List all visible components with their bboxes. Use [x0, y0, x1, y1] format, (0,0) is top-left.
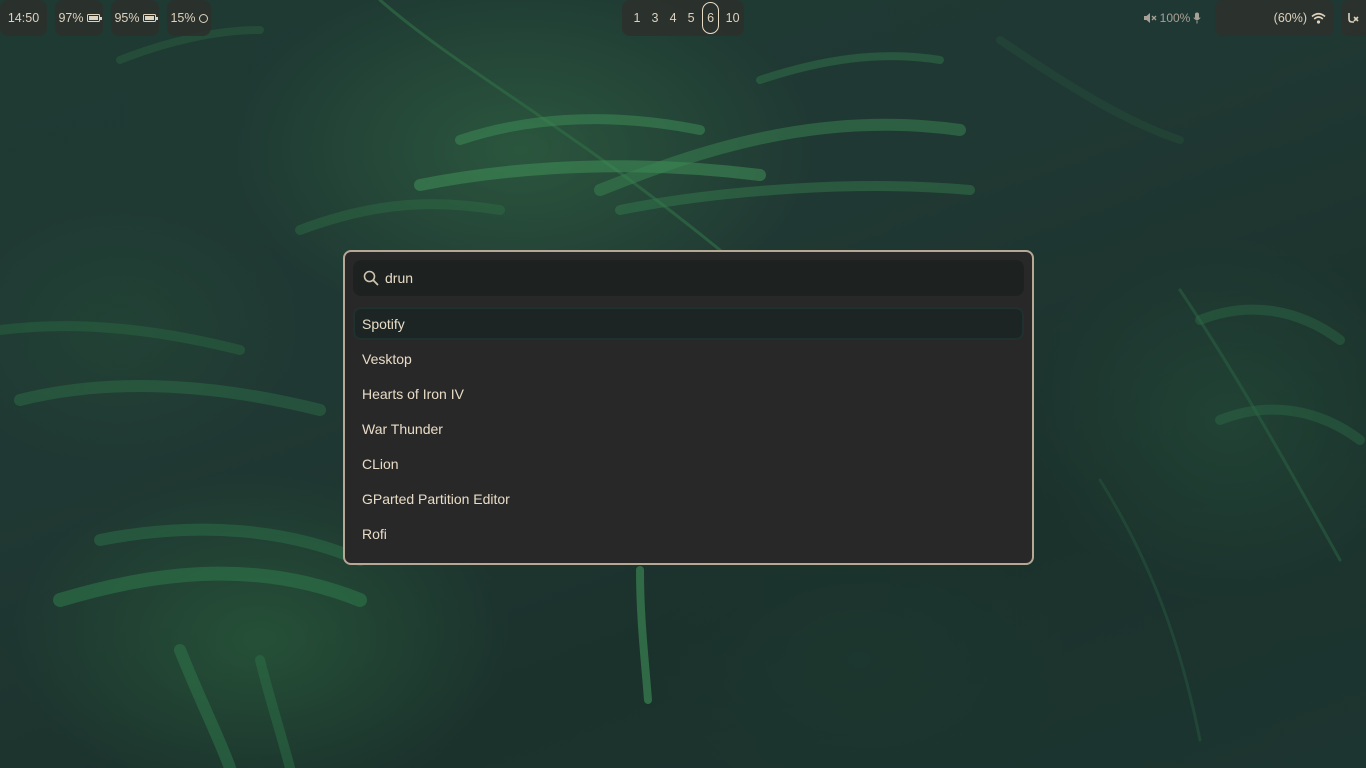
result-item[interactable]: Rofi [353, 517, 1024, 552]
workspace-1[interactable]: 1 [628, 11, 646, 25]
search-icon [362, 270, 379, 287]
battery-icon [86, 14, 102, 22]
workspace-3[interactable]: 3 [646, 11, 664, 25]
notification-button[interactable] [1341, 0, 1366, 36]
workspace-4[interactable]: 4 [664, 11, 682, 25]
speaker-muted-icon [1143, 12, 1157, 24]
result-item[interactable]: Vesktop [353, 342, 1024, 377]
battery-icon [142, 14, 158, 22]
result-item-selected[interactable]: Spotify [353, 307, 1024, 340]
app-launcher: Spotify Vesktop Hearts of Iron IV War Th… [343, 250, 1034, 565]
result-item[interactable]: GParted Partition Editor [353, 482, 1024, 517]
search-bar[interactable] [353, 260, 1024, 296]
battery-1-indicator[interactable]: 97% [55, 0, 103, 36]
workspace-6-active[interactable]: 6 [702, 2, 720, 34]
moon-icon [198, 13, 208, 23]
workspace-switcher: 1 3 4 5 6 10 [622, 0, 744, 36]
clock[interactable]: 14:50 [0, 0, 47, 36]
battery-2-indicator[interactable]: 95% [111, 0, 159, 36]
search-input[interactable] [385, 270, 985, 286]
result-item[interactable]: War Thunder [353, 412, 1024, 447]
volume-text: 100% [1159, 11, 1191, 25]
network-text: (60%) [1273, 11, 1307, 25]
battery-2-text: 95% [114, 11, 140, 25]
results-list: Spotify Vesktop Hearts of Iron IV War Th… [353, 307, 1024, 552]
notification-icon [1347, 11, 1360, 25]
microphone-icon [1193, 12, 1201, 24]
result-item[interactable]: CLion [353, 447, 1024, 482]
clock-text: 14:50 [7, 11, 40, 25]
result-item[interactable]: Hearts of Iron IV [353, 377, 1024, 412]
workspace-10[interactable]: 10 [721, 11, 744, 25]
workspace-5[interactable]: 5 [682, 11, 700, 25]
brightness-text: 15% [170, 11, 196, 25]
brightness-indicator[interactable]: 15% [167, 0, 211, 36]
battery-1-text: 97% [58, 11, 84, 25]
top-bar: 14:50 97% 95% 15% 1 3 4 5 6 10 100% (60%… [0, 0, 1366, 37]
wifi-icon [1311, 12, 1326, 24]
audio-indicator[interactable]: 100% [1137, 0, 1207, 36]
network-indicator[interactable]: (60%) [1215, 0, 1334, 36]
